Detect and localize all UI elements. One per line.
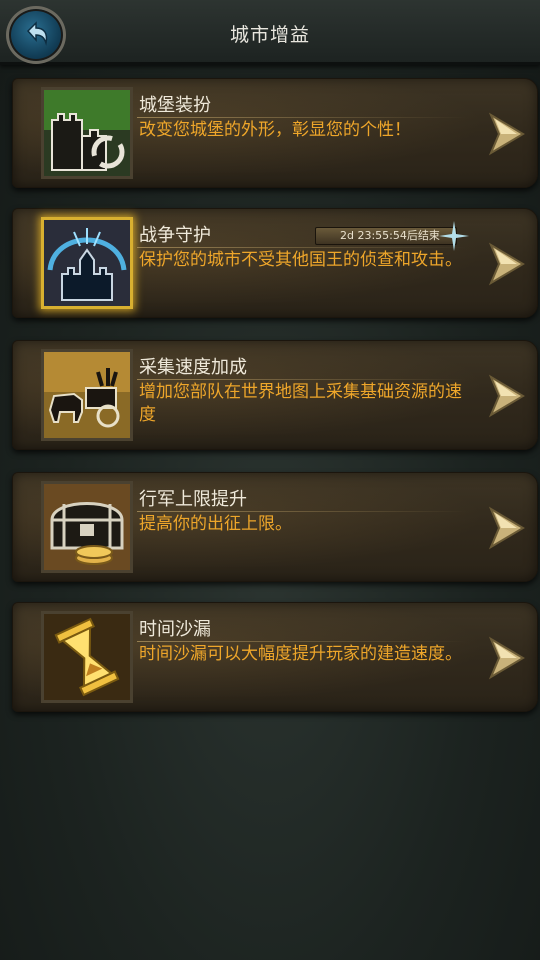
list-item-march-limit[interactable]: 行军上限提升 提高你的出征上限。 [12, 472, 538, 582]
sparkle-icon [439, 221, 469, 251]
timer-text: 2d 23:55:54后结束 [340, 229, 440, 242]
divider [137, 379, 467, 380]
item-title: 战争守护 [139, 225, 211, 246]
item-description: 增加您部队在世界地图上采集基础资源的速度 [139, 382, 462, 425]
list-item-gather-speed[interactable]: 采集速度加成 增加您部队在世界地图上采集基础资源的速度 [12, 340, 538, 450]
war-shield-icon [41, 217, 133, 309]
ox-cart-icon [41, 349, 133, 441]
divider [137, 247, 467, 248]
item-description: 保护您的城市不受其他国王的侦查和攻击。 [139, 250, 462, 270]
item-title: 城堡装扮 [139, 95, 211, 116]
item-title: 采集速度加成 [139, 357, 247, 378]
list-item-war-shield[interactable]: 战争守护 2d 23:55:54后结束 保护您的城市不受其他国王的侦查和攻击。 [12, 208, 538, 318]
divider [137, 117, 467, 118]
divider [137, 511, 467, 512]
item-description: 时间沙漏可以大幅度提升玩家的建造速度。 [139, 644, 462, 664]
item-description: 提高你的出征上限。 [139, 514, 292, 534]
chevron-right-icon[interactable] [487, 373, 527, 419]
item-title: 时间沙漏 [139, 619, 211, 640]
item-title: 行军上限提升 [139, 489, 247, 510]
chevron-right-icon[interactable] [487, 111, 527, 157]
treasure-chest-icon [41, 481, 133, 573]
castle-skin-icon [41, 87, 133, 179]
item-description: 改变您城堡的外形，彰显您的个性！ [139, 120, 411, 140]
top-bar: 城市增益 [0, 0, 540, 65]
countdown-timer: 2d 23:55:54后结束 [315, 227, 457, 245]
chevron-right-icon[interactable] [487, 241, 527, 287]
list-item-castle-skin[interactable]: 城堡装扮 改变您城堡的外形，彰显您的个性！ [12, 78, 538, 188]
chevron-right-icon[interactable] [487, 635, 527, 681]
hourglass-icon [41, 611, 133, 703]
page-title: 城市增益 [229, 24, 310, 46]
chevron-right-icon[interactable] [487, 505, 527, 551]
list-item-hourglass[interactable]: 时间沙漏 时间沙漏可以大幅度提升玩家的建造速度。 [12, 602, 538, 712]
divider [137, 641, 467, 642]
